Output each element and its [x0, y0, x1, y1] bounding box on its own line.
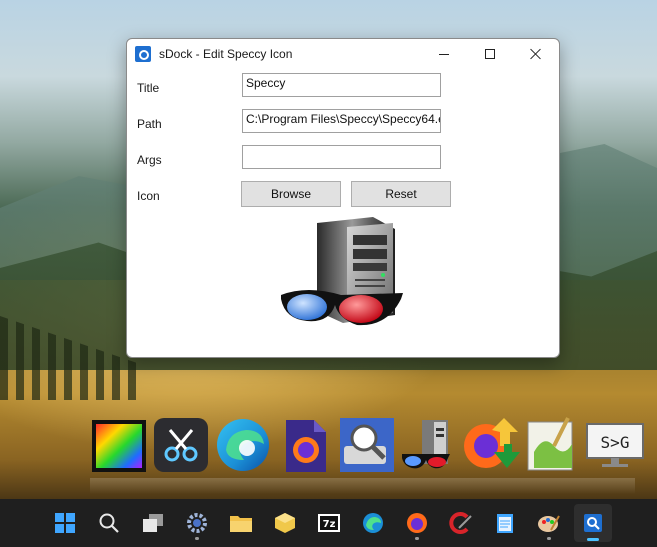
sg-label: S>G: [601, 433, 630, 452]
search-icon: [99, 513, 119, 533]
search-button[interactable]: [90, 504, 128, 542]
maximize-button[interactable]: [467, 39, 513, 69]
seven-zip-label: 7z: [322, 519, 335, 530]
notepad-icon: [496, 514, 513, 533]
start-button[interactable]: [46, 504, 84, 542]
notepad-plus-plus-icon[interactable]: [524, 416, 582, 474]
window-title: sDock - Edit Speccy Icon: [159, 47, 293, 61]
photo-color-icon[interactable]: [90, 416, 148, 474]
edge-icon[interactable]: [214, 416, 272, 474]
dock-reflection: [90, 478, 635, 494]
taskbar-notepad[interactable]: [486, 504, 524, 542]
taskbar-settings[interactable]: [178, 504, 216, 542]
title-label: Title: [137, 81, 160, 95]
taskbar-edge[interactable]: [354, 504, 392, 542]
reset-button[interactable]: Reset: [351, 181, 451, 207]
edit-icon-window: sDock - Edit Speccy Icon Title Speccy Pa…: [126, 38, 560, 358]
taskbar-ccleaner[interactable]: [442, 504, 480, 542]
edge-small-icon: [362, 513, 383, 533]
task-view-icon: [142, 514, 163, 532]
sdock-taskbar-icon: [583, 514, 602, 532]
maximize-icon: [485, 49, 495, 59]
speccy-dock-icon[interactable]: [400, 416, 458, 474]
taskbar-7zip[interactable]: 7z: [310, 504, 348, 542]
snipping-tool-icon[interactable]: [152, 416, 210, 474]
firefox-update-icon[interactable]: [462, 416, 520, 474]
minimize-icon: [439, 53, 449, 55]
ccleaner-icon: [448, 512, 472, 534]
title-bar[interactable]: sDock - Edit Speccy Icon: [127, 39, 559, 69]
taskbar-firefox[interactable]: [398, 504, 436, 542]
task-view-button[interactable]: [134, 504, 172, 542]
paint-palette-icon: [537, 515, 560, 532]
taskbar-paint[interactable]: [530, 504, 568, 542]
package-icon: [274, 513, 295, 533]
title-input[interactable]: Speccy: [242, 73, 441, 97]
folder-icon: [229, 516, 252, 532]
browse-button[interactable]: Browse: [241, 181, 341, 207]
taskbar: 7z: [0, 499, 657, 547]
close-icon: [530, 48, 542, 60]
args-input[interactable]: [242, 145, 441, 169]
close-button[interactable]: [513, 39, 559, 69]
gear-icon: [186, 513, 207, 533]
disk-analyzer-icon[interactable]: [338, 416, 396, 474]
taskbar-sdock[interactable]: [573, 504, 612, 542]
minimize-button[interactable]: [421, 39, 467, 69]
args-label: Args: [137, 153, 162, 167]
seven-zip-icon: 7z: [317, 514, 340, 532]
sdock-bar: S>G: [90, 416, 644, 478]
firefox-icon: [406, 513, 427, 533]
windows-logo-icon: [54, 513, 75, 533]
sdock-app-icon: [135, 46, 151, 62]
sg-monitor-icon[interactable]: S>G: [586, 416, 644, 474]
path-input[interactable]: C:\Program Files\Speccy\Speccy64.exe: [242, 109, 441, 133]
icon-label: Icon: [137, 189, 160, 203]
window-controls: [421, 39, 559, 69]
path-label: Path: [137, 117, 162, 131]
speccy-preview-icon: [281, 217, 403, 326]
taskbar-file-explorer[interactable]: [222, 504, 260, 542]
firefox-file-icon[interactable]: [276, 416, 334, 474]
taskbar-package[interactable]: [266, 504, 304, 542]
